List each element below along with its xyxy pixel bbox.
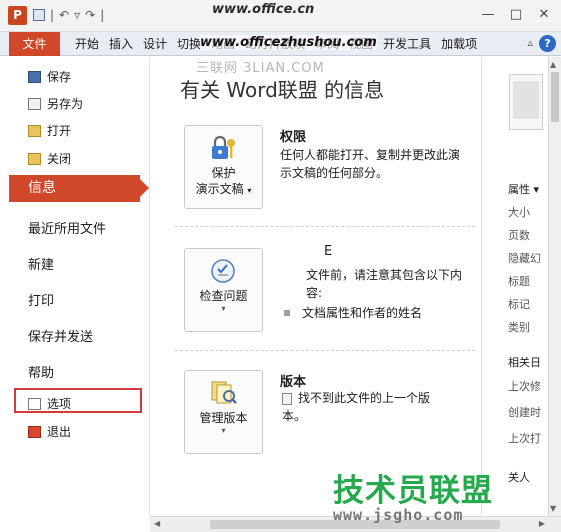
protect-presentation-button[interactable]: 保护 演示文稿 ▾ <box>184 125 263 209</box>
nav-help[interactable]: 帮助 <box>28 362 54 381</box>
close-button[interactable]: ✕ <box>537 7 551 22</box>
prop-size: 大小 <box>508 206 530 219</box>
exit-icon <box>28 425 41 438</box>
nav-save-send[interactable]: 保存并发送 <box>28 326 93 345</box>
prop-pages: 页数 <box>508 229 530 242</box>
permissions-heading: 权限 <box>280 130 307 145</box>
prop-last-printed: 上次打 <box>508 432 541 445</box>
prepare-description-text: 文件前，请注意其包含以下内容: <box>306 268 463 300</box>
versions-heading: 版本 <box>280 375 307 390</box>
nav-exit[interactable]: 退出 <box>28 423 71 440</box>
scroll-left-icon[interactable]: ◀ <box>154 519 160 528</box>
nav-save-as-label: 另存为 <box>47 97 84 111</box>
prop-hidden: 隐藏幻 <box>508 252 541 265</box>
scrollbar-thumb[interactable] <box>551 72 559 122</box>
nav-close[interactable]: 关闭 <box>28 150 71 167</box>
title-bar: P | ↶ ▿ ↷ | www.office.cn — □ ✕ <box>0 0 561 32</box>
nav-save-as[interactable]: 另存为 <box>28 95 83 112</box>
section-divider <box>175 226 475 227</box>
nav-close-label: 关闭 <box>47 152 72 166</box>
undo-icon[interactable]: ↶ <box>59 8 69 22</box>
redo-icon[interactable]: ↷ <box>85 8 95 22</box>
prop-title[interactable]: 标题 <box>508 273 530 289</box>
collapse-ribbon-icon[interactable]: ▵ <box>527 36 533 49</box>
watermark-officezhushou: www.officezhushou.com <box>200 35 377 50</box>
page-title: 有关 Word联盟 的信息 <box>180 78 385 102</box>
watermark-brand: 技术员联盟 <box>333 473 493 509</box>
window-controls: — □ ✕ <box>481 7 551 22</box>
document-icon <box>282 392 292 405</box>
nav-save-label: 保存 <box>47 70 72 84</box>
powerpoint-app-icon[interactable]: P <box>8 6 27 25</box>
folder-open-icon <box>28 124 41 137</box>
nav-recent[interactable]: 最近所用文件 <box>28 218 106 237</box>
save-icon <box>28 70 41 83</box>
nav-exit-label: 退出 <box>47 425 72 439</box>
backstage-nav: 保存 另存为 打开 关闭 信息 最近所用文件 新建 打印 保存并发送 帮助 选项… <box>0 57 150 516</box>
check-document-icon <box>210 259 235 283</box>
bullet-icon <box>284 310 290 316</box>
scroll-up-icon[interactable]: ▲ <box>550 60 556 69</box>
versions-description: 找不到此文件的上一个版本。 <box>282 389 452 425</box>
scroll-down-icon[interactable]: ▼ <box>550 504 556 513</box>
versions-description-text: 找不到此文件的上一个版本。 <box>282 391 431 423</box>
related-dates-header: 相关日 <box>508 356 541 369</box>
separator: | <box>100 8 105 22</box>
lock-key-icon <box>211 135 235 159</box>
save-as-icon <box>28 97 41 110</box>
prop-tags[interactable]: 标记 <box>508 296 530 312</box>
tab-addins[interactable]: 加载项 <box>436 32 482 56</box>
scroll-right-icon[interactable]: ▶ <box>539 519 545 528</box>
quick-access-toolbar: | ↶ ▿ ↷ | <box>33 8 104 22</box>
chevron-down-icon: ▾ <box>247 186 252 195</box>
check-issues-label: 检查问题 <box>199 289 248 303</box>
chevron-down-icon: ▾ <box>221 304 226 313</box>
manage-versions-button[interactable]: 管理版本 ▾ <box>184 370 263 454</box>
properties-header[interactable]: 属性 ▾ <box>508 181 539 197</box>
watermark-url: www.jsgho.com <box>333 506 464 524</box>
vertical-scrollbar[interactable]: ▲ ▼ <box>548 57 561 516</box>
nav-info[interactable]: 信息 <box>9 175 149 202</box>
nav-options-label: 选项 <box>47 397 72 411</box>
tab-file[interactable]: 文件 <box>9 32 60 56</box>
nav-print[interactable]: 打印 <box>28 290 54 309</box>
chevron-down-icon: ▾ <box>221 426 226 435</box>
nav-open-label: 打开 <box>47 124 72 138</box>
folder-close-icon <box>28 152 41 165</box>
minimize-button[interactable]: — <box>481 7 495 22</box>
tab-developer[interactable]: 开发工具 <box>378 32 436 56</box>
protect-label-line1: 保护 <box>211 166 236 180</box>
prepare-heading-fragment: E <box>324 244 333 259</box>
tab-insert[interactable]: 插入 <box>104 32 138 56</box>
manage-versions-label: 管理版本 <box>199 411 248 425</box>
help-icon[interactable]: ? <box>539 35 556 52</box>
nav-options[interactable]: 选项 <box>28 395 71 412</box>
ribbon-tab-bar: 文件 开始 插入 设计 切换 动画 幻灯片放映 审阅 视图 开发工具 加载项 w… <box>0 32 561 56</box>
nav-save[interactable]: 保存 <box>28 68 71 85</box>
nav-new[interactable]: 新建 <box>28 254 54 273</box>
prop-created: 创建时 <box>508 406 541 419</box>
watermark-office-cn: www.office.cn <box>212 2 315 17</box>
section-divider <box>175 350 475 351</box>
separator: | <box>50 8 55 22</box>
nav-open[interactable]: 打开 <box>28 122 71 139</box>
document-thumbnail[interactable] <box>509 74 543 130</box>
chevron-down-icon[interactable]: ▿ <box>74 8 80 22</box>
save-icon[interactable] <box>33 9 45 21</box>
check-issues-button[interactable]: 检查问题 ▾ <box>184 248 263 332</box>
tab-design[interactable]: 设计 <box>138 32 172 56</box>
restore-button[interactable]: □ <box>509 7 523 22</box>
options-icon <box>28 397 41 410</box>
protect-label-line2: 演示文稿 ▾ <box>185 181 262 199</box>
prepare-description: 文件前，请注意其包含以下内容: <box>306 266 471 302</box>
prop-category[interactable]: 类别 <box>508 319 530 335</box>
prepare-bullet-text: 文档属性和作者的姓名 <box>302 306 423 320</box>
protect-label-text: 演示文稿 <box>195 182 244 196</box>
permissions-description: 任何人都能打开、复制并更改此演示文稿的任何部分。 <box>280 148 461 180</box>
versions-icon <box>211 381 237 404</box>
prop-last-modified: 上次修 <box>508 380 541 393</box>
tab-home[interactable]: 开始 <box>70 32 104 56</box>
